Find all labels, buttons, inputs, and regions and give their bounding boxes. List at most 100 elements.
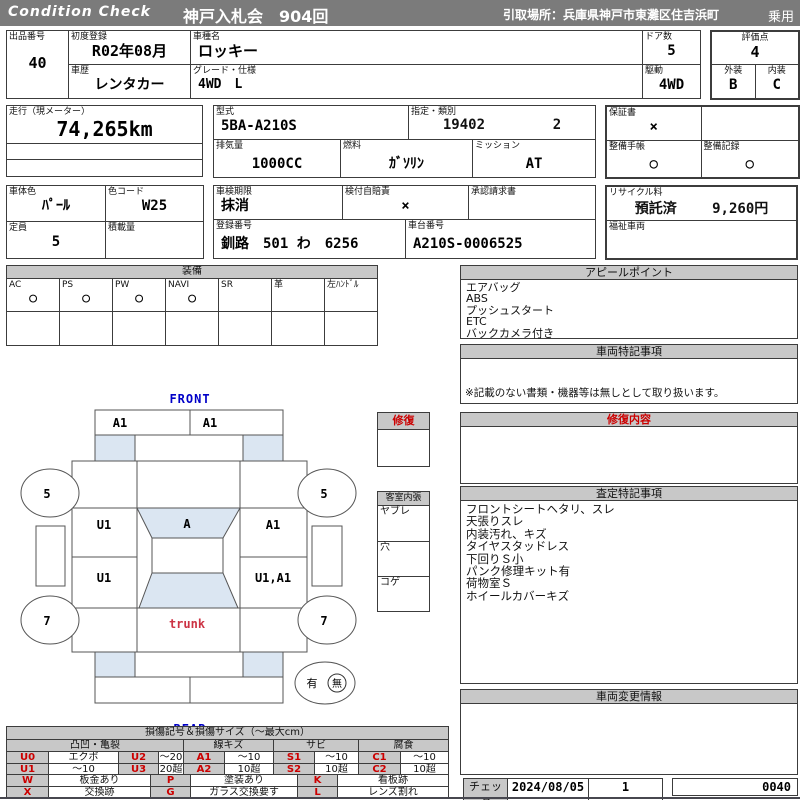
windshield-code: A (183, 517, 191, 531)
repair-legend-table: W 板金あり P 塗装あり K 看板跡 X 交換跡 G ガラス交換要す L レン… (6, 774, 449, 799)
legend-desc: ～10 (224, 751, 274, 764)
color-code-value: W25 (141, 198, 168, 214)
equipment-label-ps: PS (62, 280, 74, 290)
appeal-item: ETC (466, 315, 487, 329)
welfare-cell: 福祉車両 (605, 219, 798, 260)
equipment-cell-ac: AC ○ (6, 278, 60, 312)
grade-value: 4WD L (198, 77, 243, 92)
equipment-label-navi: NAVI (168, 280, 190, 290)
equipment-value-navi: ○ (188, 291, 196, 306)
maintenance-record-value: ○ (745, 155, 754, 172)
interior-grade-cell: 内装 C (754, 63, 800, 100)
load-label: 積載量 (108, 223, 136, 233)
transmission-cell: ミッション AT (472, 139, 597, 178)
transmission-value: AT (525, 156, 543, 172)
vehicle-notes-footnote: ※記載のない書類・機器等は無しとして取り扱います。 (465, 387, 725, 399)
rear-right-pillar (242, 651, 284, 678)
equipment-cell-lhd: 左ﾊﾝﾄﾞﾙ (324, 278, 378, 312)
chassis-number-label: 車台番号 (408, 221, 445, 231)
lot-number-value: 40 (28, 54, 47, 72)
car-damage-diagram: FRONT A1 A1 A U1 U1 A1 U1,A1 trunk 5 5 7… (20, 392, 357, 736)
odometer-cell: 走行（現メーター） 74,265km (6, 105, 203, 144)
recycle-cell: リサイクル料 預託済 9,260円 (605, 185, 798, 221)
equipment-value-ps: ○ (82, 291, 90, 306)
right-side-sill (311, 525, 343, 587)
inspection-label: 車検期限 (216, 187, 253, 197)
registration-number-value: 釧路 501 わ 6256 (221, 236, 359, 252)
displacement-cell: 排気量 1000CC (213, 139, 341, 178)
doors-cell: ドア数 5 (642, 30, 701, 65)
title-bar: Condition Check 神戸入札会 904回 引取場所：兵庫県神戸市東灘… (0, 0, 800, 26)
approval-cell: 承認請求書 (468, 185, 597, 220)
front-label: FRONT (169, 392, 210, 406)
presence-no-label: 無 (332, 677, 342, 690)
warranty-label: 保証書 (609, 108, 637, 118)
history-value: レンタカー (94, 77, 165, 93)
recycle-values: 預託済 9,260円 (607, 198, 796, 218)
left-rear-door-code: U1 (97, 571, 111, 585)
vehicle-category: 乗用 (767, 10, 794, 25)
identity-table: 出品番号 40 初度登録 R02年08月 車種名 ロッキー ドア数 5 車歴 レ… (6, 30, 701, 99)
odometer-value: 74,265km (56, 117, 153, 141)
equipment-cell-sr: SR (218, 278, 272, 312)
maintenance-book-cell: 整備手帳 ○ (605, 139, 702, 179)
equipment-label-lhd: 左ﾊﾝﾄﾞﾙ (327, 280, 359, 290)
first-registration-value: R02年08月 (91, 42, 168, 60)
color-code-label: 色コード (108, 187, 145, 197)
history-label: 車歴 (71, 66, 90, 76)
odometer-label: 走行（現メーター） (9, 107, 91, 117)
first-registration-label: 初度登録 (71, 32, 108, 42)
transmission-label: ミッション (475, 141, 521, 151)
equipment-value-pw: ○ (135, 291, 143, 306)
welfare-label: 福祉車両 (609, 221, 646, 232)
appeal-points-title: アピールポイント (461, 266, 797, 280)
drive-value: 4WD (658, 77, 685, 93)
inspection-cell: 車検期限 抹消 (213, 185, 343, 220)
first-registration-cell: 初度登録 R02年08月 (68, 30, 191, 65)
load-cell: 積載量 (105, 221, 204, 259)
odometer-empty-row-2 (6, 159, 203, 177)
fuel-cell: 燃料 ｶﾞｿﾘﾝ (339, 139, 474, 178)
assessment-notes-title: 査定特記事項 (461, 487, 797, 501)
body-color-label: 車体色 (9, 187, 37, 197)
hood-right-code: A1 (203, 416, 217, 430)
legend-desc: 板金あり (48, 774, 151, 787)
type-class-label: 指定・類別 (411, 107, 457, 117)
registration-number-cell: 登録番号 釧路 501 わ 6256 (213, 219, 406, 259)
legend-code: A1 (183, 751, 225, 764)
exterior-grade-cell: 外装 B (710, 63, 756, 100)
exterior-grade-value: B (729, 76, 738, 93)
recycle-status-value: 預託済 (634, 201, 677, 217)
warranty-table: 保証書 × 整備手帳 ○ 整備記録 ○ (605, 105, 800, 179)
rear-window-panel (138, 572, 239, 609)
legend-group-rust: サビ (273, 739, 359, 752)
wheel-front-left-code: 5 (43, 487, 50, 501)
model-code-cell: 型式 5BA-A210S (212, 105, 410, 140)
hood-left-code: A1 (113, 416, 127, 430)
type-class-values: 19402 2 (410, 117, 595, 133)
legend-code: U2 (118, 751, 159, 764)
maintenance-book-value: ○ (649, 155, 658, 172)
wheel-rear-right-code: 7 (320, 614, 327, 628)
legend-desc: 塗装あり (190, 774, 298, 787)
auction-title: 神戸入札会 904回 (183, 7, 329, 26)
legend-code: P (150, 774, 191, 787)
legend-desc: ～10 (399, 751, 450, 764)
interior-grade-value: C (772, 76, 781, 93)
odometer-table: 走行（現メーター） 74,265km (6, 105, 203, 177)
score-table: 評価点 4 外装 B 内装 C (710, 30, 800, 100)
change-info-box: 車両変更情報 (460, 689, 798, 775)
appeal-points-box: アピールポイント エアバッグ ABS プッシュスタート ETC バックカメラ付き (460, 265, 798, 339)
recycle-label: リサイクル料 (609, 188, 663, 198)
score-label: 評価点 (741, 33, 769, 43)
type-class-value-1: 19402 (442, 117, 486, 133)
front-right-pillar (242, 434, 284, 462)
model-name-label: 車種名 (193, 32, 221, 42)
displacement-value: 1000CC (251, 156, 303, 172)
model-code-label: 型式 (216, 107, 235, 117)
brand-logo: Condition Check (8, 4, 151, 20)
recycle-table: リサイクル料 預託済 9,260円 福祉車両 (605, 185, 798, 260)
legend-code: K (297, 774, 338, 787)
doors-label: ドア数 (645, 32, 673, 42)
presence-yes-label: 有 (307, 676, 318, 690)
